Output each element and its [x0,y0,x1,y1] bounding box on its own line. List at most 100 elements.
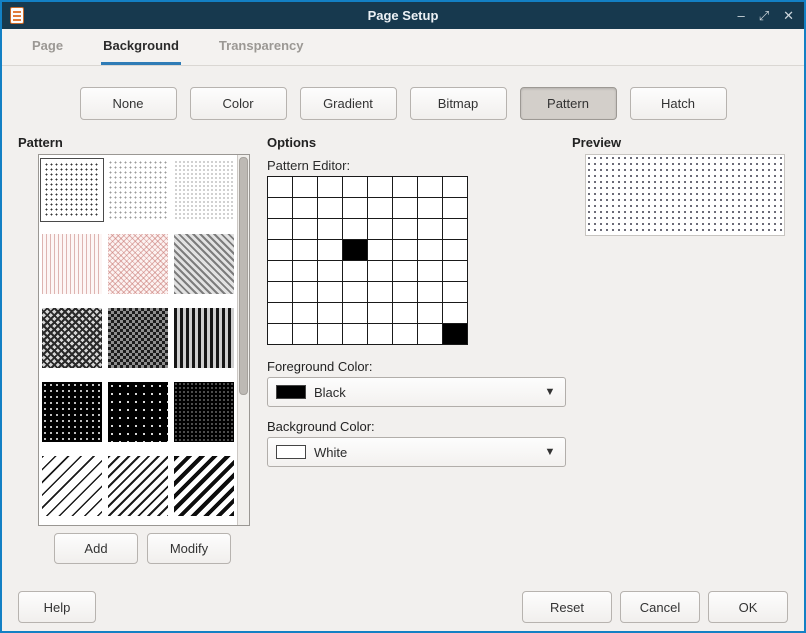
editor-cell-4-5[interactable] [393,261,418,282]
fill-type-gradient-button[interactable]: Gradient [300,87,397,120]
editor-cell-2-7[interactable] [443,219,468,240]
pattern-item-dots-faint[interactable] [173,159,235,221]
background-color-dropdown[interactable]: White ▼ [267,437,566,467]
editor-cell-2-3[interactable] [343,219,368,240]
pattern-list-scrollbar[interactable] [237,155,249,525]
editor-cell-0-5[interactable] [393,177,418,198]
editor-cell-5-7[interactable] [443,282,468,303]
editor-cell-2-0[interactable] [268,219,293,240]
editor-cell-7-4[interactable] [368,324,393,345]
editor-cell-6-6[interactable] [418,303,443,324]
editor-cell-5-4[interactable] [368,282,393,303]
editor-cell-4-4[interactable] [368,261,393,282]
editor-cell-2-1[interactable] [293,219,318,240]
editor-cell-2-6[interactable] [418,219,443,240]
editor-cell-4-7[interactable] [443,261,468,282]
tab-background[interactable]: Background [101,29,181,65]
pattern-item-cross-pink[interactable] [107,233,169,295]
pattern-item-checker-dark[interactable] [107,307,169,369]
editor-cell-5-1[interactable] [293,282,318,303]
ok-button[interactable]: OK [708,591,788,623]
help-button[interactable]: Help [18,591,96,623]
editor-cell-6-2[interactable] [318,303,343,324]
editor-cell-5-6[interactable] [418,282,443,303]
editor-cell-0-6[interactable] [418,177,443,198]
cancel-button[interactable]: Cancel [620,591,700,623]
editor-cell-5-0[interactable] [268,282,293,303]
editor-cell-3-6[interactable] [418,240,443,261]
editor-cell-7-2[interactable] [318,324,343,345]
editor-cell-1-2[interactable] [318,198,343,219]
editor-cell-1-4[interactable] [368,198,393,219]
editor-cell-1-1[interactable] [293,198,318,219]
editor-cell-7-5[interactable] [393,324,418,345]
fill-type-none-button[interactable]: None [80,87,177,120]
add-button[interactable]: Add [54,533,138,564]
close-icon[interactable]: ✕ [783,2,794,29]
editor-cell-4-1[interactable] [293,261,318,282]
editor-cell-1-0[interactable] [268,198,293,219]
editor-cell-3-2[interactable] [318,240,343,261]
editor-cell-6-4[interactable] [368,303,393,324]
editor-cell-0-0[interactable] [268,177,293,198]
fill-type-hatch-button[interactable]: Hatch [630,87,727,120]
pattern-item-vlines-dark[interactable] [173,307,235,369]
editor-cell-4-2[interactable] [318,261,343,282]
scrollbar-thumb[interactable] [239,157,248,395]
pattern-item-diag-thin[interactable] [41,455,103,517]
editor-cell-4-0[interactable] [268,261,293,282]
editor-cell-0-1[interactable] [293,177,318,198]
editor-cell-3-3[interactable] [343,240,368,261]
editor-cell-6-7[interactable] [443,303,468,324]
editor-cell-7-0[interactable] [268,324,293,345]
pattern-item-dots-light[interactable] [107,159,169,221]
pattern-item-diag-med[interactable] [107,455,169,517]
tab-page[interactable]: Page [30,29,65,65]
editor-cell-1-3[interactable] [343,198,368,219]
fill-type-bitmap-button[interactable]: Bitmap [410,87,507,120]
tab-transparency[interactable]: Transparency [217,29,306,65]
editor-cell-6-3[interactable] [343,303,368,324]
pattern-item-black-dots-sparse[interactable] [107,381,169,443]
editor-cell-3-4[interactable] [368,240,393,261]
editor-cell-1-7[interactable] [443,198,468,219]
fill-type-color-button[interactable]: Color [190,87,287,120]
editor-cell-5-3[interactable] [343,282,368,303]
editor-cell-3-0[interactable] [268,240,293,261]
pattern-item-black-dots-fine[interactable] [173,381,235,443]
editor-cell-0-4[interactable] [368,177,393,198]
editor-cell-6-5[interactable] [393,303,418,324]
minimize-icon[interactable]: – [737,2,744,29]
pattern-item-diag-cross-dark[interactable] [41,307,103,369]
editor-cell-2-4[interactable] [368,219,393,240]
editor-cell-7-7[interactable] [443,324,468,345]
chevron-down-icon[interactable]: ▼ [535,378,565,406]
editor-cell-7-3[interactable] [343,324,368,345]
editor-cell-0-2[interactable] [318,177,343,198]
editor-cell-2-2[interactable] [318,219,343,240]
editor-cell-3-7[interactable] [443,240,468,261]
editor-cell-5-5[interactable] [393,282,418,303]
editor-cell-6-0[interactable] [268,303,293,324]
editor-cell-7-6[interactable] [418,324,443,345]
pattern-editor-grid[interactable] [267,176,468,345]
editor-cell-3-5[interactable] [393,240,418,261]
pattern-item-vlines-pink[interactable] [41,233,103,295]
pattern-item-diag-thick[interactable] [173,455,235,517]
restore-icon[interactable]: ⤢ [759,2,769,29]
editor-cell-0-7[interactable] [443,177,468,198]
modify-button[interactable]: Modify [147,533,231,564]
editor-cell-1-5[interactable] [393,198,418,219]
editor-cell-7-1[interactable] [293,324,318,345]
editor-cell-5-2[interactable] [318,282,343,303]
editor-cell-6-1[interactable] [293,303,318,324]
foreground-color-dropdown[interactable]: Black ▼ [267,377,566,407]
pattern-item-dots-fine[interactable] [41,159,103,221]
editor-cell-3-1[interactable] [293,240,318,261]
pattern-item-black-dots[interactable] [41,381,103,443]
reset-button[interactable]: Reset [522,591,612,623]
editor-cell-0-3[interactable] [343,177,368,198]
fill-type-pattern-button[interactable]: Pattern [520,87,617,120]
editor-cell-1-6[interactable] [418,198,443,219]
editor-cell-2-5[interactable] [393,219,418,240]
